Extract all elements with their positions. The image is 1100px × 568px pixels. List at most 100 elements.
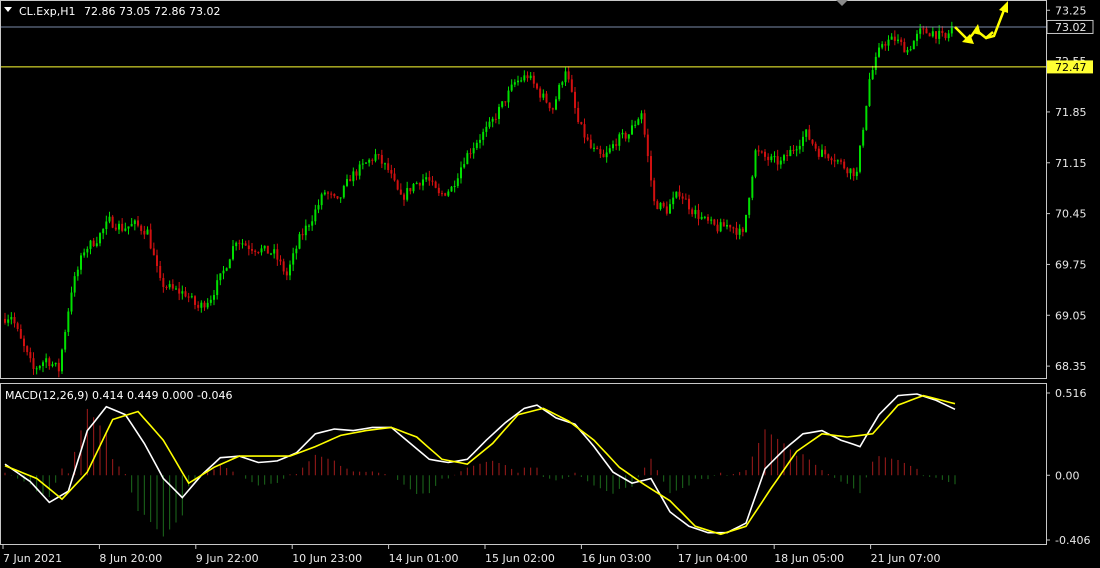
candle-body [846,168,849,174]
candle-body [900,39,903,43]
macd-histogram [4,408,956,537]
candle-body [76,269,79,277]
candle-body [323,192,326,195]
candle-body [73,276,76,293]
chart-shift-marker-icon[interactable] [836,0,848,6]
trading-chart[interactable]: CL.Exp,H1 72.86 73.05 72.86 73.02 MACD(1… [0,0,1100,568]
candle-body [399,189,402,195]
arrowhead-up-icon [999,1,1008,13]
candle-body [339,197,342,199]
candle-body [922,28,925,30]
candle-body [589,139,592,148]
triangle-down-icon[interactable] [4,7,12,12]
forecast-arrows[interactable] [954,1,1008,44]
candle-body [444,193,447,196]
price-panel-frame [0,0,1047,379]
candle-body [441,193,443,195]
candle-body [308,225,310,227]
price-tick-label: 71.15 [1055,157,1087,170]
candle-body [789,149,792,157]
symbol-period-label: CL.Exp,H1 [19,5,76,18]
candle-body [156,255,158,266]
candle-body [118,223,120,230]
time-tick-label: 18 Jun 05:00 [774,552,844,565]
candle-body [463,164,466,168]
candle-body [608,148,611,153]
candle-body [770,156,773,161]
candle-body [124,228,127,231]
candle-body [349,179,352,182]
candle-body [836,160,839,162]
candle-body [764,151,766,157]
candle-body [450,186,453,192]
candle-body [26,346,29,353]
candle-body [675,191,678,198]
macd-main-line [4,393,956,534]
candle-body [529,75,532,79]
candle-body [292,253,295,265]
candle-body [133,220,136,225]
candle-body [29,352,32,359]
candle-body [681,196,684,199]
candle-body [301,234,304,236]
price-tick-label: 73.25 [1055,4,1087,17]
candle-body [380,155,383,164]
candle-body [586,137,589,140]
candle-body [624,132,627,139]
candle-body [460,167,462,179]
candle-body [374,154,377,161]
candle-body [593,147,595,149]
candle-body [162,277,165,287]
candle-body [627,134,630,139]
candle-body [526,75,529,79]
candle-body [330,193,333,195]
candle-body [51,364,54,367]
candle-body [935,31,937,39]
candle-body [35,368,38,370]
candle-body [260,248,263,253]
candle-body [501,101,504,107]
candle-body [821,149,823,157]
candle-body [621,132,624,135]
candle-body [561,82,564,85]
candle-body [852,168,855,177]
candle-body [520,80,523,82]
candle-body [251,249,253,251]
candle-body [551,108,554,110]
candle-body [32,358,35,369]
candle-body [577,107,580,123]
candle-body [368,159,371,163]
candle-body [881,44,884,48]
candle-body [548,102,551,109]
candle-body [266,245,269,254]
time-tick-label: 7 Jun 2021 [3,552,62,565]
candle-body [219,273,222,281]
candle-body [672,197,675,205]
candle-body [165,286,168,288]
candle-body [304,225,307,236]
candle-body [909,49,912,51]
candle-body [289,264,291,276]
candle-body [884,44,887,46]
candle-body [23,338,25,347]
candle-body [776,156,779,165]
candle-body [798,145,801,150]
candle-body [811,139,814,144]
candle-body [703,216,706,218]
candle-body [567,71,570,80]
time-tick-label: 8 Jun 20:00 [99,552,162,565]
candle-body [114,227,117,230]
candle-body [748,197,751,215]
candle-body [273,249,276,254]
candle-body [175,288,177,290]
candle-body [92,240,95,247]
candle-body [754,150,757,177]
candle-body [485,126,488,132]
candle-body [149,229,152,249]
candle-body [574,91,576,108]
candle-body [523,75,526,81]
candle-body [700,216,703,219]
candle-body [564,71,567,83]
candle-body [897,39,899,41]
candle-body [13,317,16,324]
